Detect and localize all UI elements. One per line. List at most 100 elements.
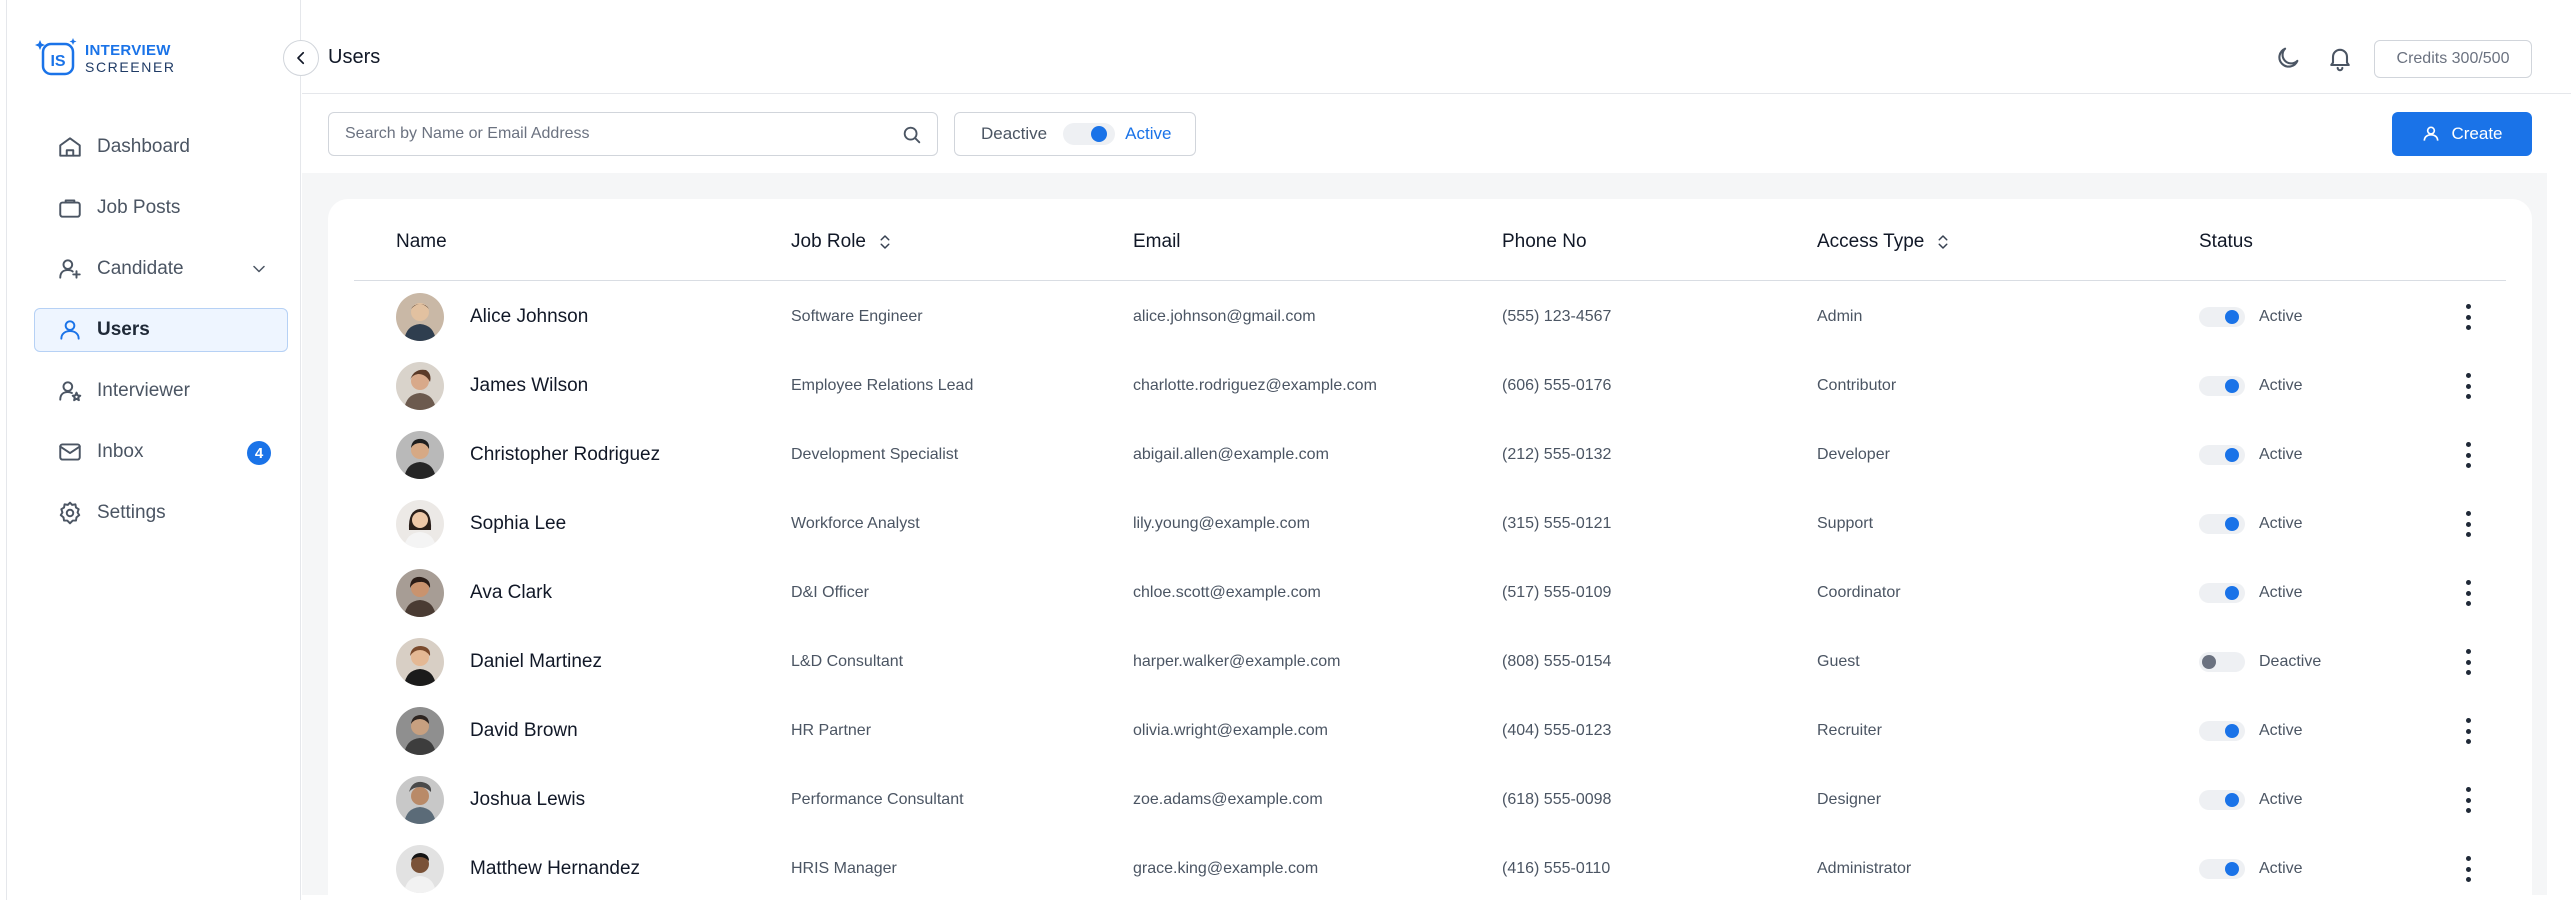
theme-toggle-button[interactable] [2274,44,2302,72]
status-toggle[interactable] [2199,306,2245,327]
avatar [396,361,444,410]
logo-mark-icon: IS [35,36,79,80]
row-actions-kebab-icon[interactable] [2456,787,2480,813]
phone-cell: (404) 555-0123 [1502,721,1612,739]
table-row[interactable]: Daniel Martinez L&D Consultant harper.wa… [354,627,2506,696]
sidebar-item-label: Job Posts [97,197,181,218]
sidebar-item-settings[interactable]: Settings [34,491,288,535]
row-actions-kebab-icon[interactable] [2456,511,2480,537]
table-row[interactable]: David Brown HR Partner olivia.wright@exa… [354,696,2506,765]
access-type-cell: Recruiter [1817,721,1882,739]
column-header-email[interactable]: Email [1133,231,1181,253]
notifications-button[interactable] [2326,44,2354,72]
row-actions-kebab-icon[interactable] [2456,373,2480,399]
brand-logo[interactable]: IS INTERVIEW SCREENER [35,36,176,80]
phone-cell: (618) 555-0098 [1502,790,1612,808]
svg-text:IS: IS [50,53,65,70]
column-header-job-role[interactable]: Job Role [791,231,894,253]
table-row[interactable]: Matthew Hernandez HRIS Manager grace.kin… [354,834,2506,903]
sidebar-item-label: Dashboard [97,136,190,157]
inbox-count-badge: 4 [247,441,271,465]
sort-icon[interactable] [1934,233,1952,251]
bell-icon [2330,48,2350,72]
table-header: Name Job Role Email Phone No Access Type… [354,199,2506,281]
sidebar-item-users[interactable]: Users [34,308,288,352]
table-row[interactable]: Alice Johnson Software Engineer alice.jo… [354,282,2506,351]
column-header-access-type[interactable]: Access Type [1817,231,1952,253]
create-user-button[interactable]: Create [2392,112,2532,156]
status-cell: Active [2199,489,2303,558]
search-icon[interactable] [901,124,923,146]
app-root: IS INTERVIEW SCREENER Dashboard Job Post… [0,0,2571,919]
user-name-cell: Matthew Hernandez [396,834,640,903]
email-cell: harper.walker@example.com [1133,652,1341,670]
status-filter-switch[interactable] [1063,123,1116,145]
status-toggle[interactable] [2199,444,2245,465]
avatar [396,292,444,341]
status-toggle[interactable] [2199,651,2245,672]
avatar [396,844,444,893]
status-toggle[interactable] [2199,582,2245,603]
access-type-cell: Administrator [1817,859,1912,877]
access-type-cell: Designer [1817,790,1882,808]
status-filter-toggle[interactable]: Deactive Active [954,112,1196,156]
avatar [396,430,444,479]
user-name-cell: Ava Clark [396,558,552,627]
status-cell: Active [2199,351,2303,420]
status-cell: Active [2199,420,2303,489]
collapse-sidebar-button[interactable] [283,40,319,76]
job-role-cell: Software Engineer [791,307,923,325]
phone-cell: (606) 555-0176 [1502,376,1612,394]
email-cell: olivia.wright@example.com [1133,721,1328,739]
sidebar-item-inbox[interactable]: Inbox 4 [34,430,288,474]
status-toggle[interactable] [2199,789,2245,810]
search-input[interactable] [345,125,885,143]
user-name-cell: Daniel Martinez [396,627,602,696]
access-type-cell: Guest [1817,652,1860,670]
status-toggle[interactable] [2199,513,2245,534]
job-role-cell: Workforce Analyst [791,514,920,532]
column-header-status: Status [2199,231,2253,252]
access-type-cell: Developer [1817,445,1890,463]
status-cell: Deactive [2199,627,2321,696]
status-toggle[interactable] [2199,720,2245,741]
phone-cell: (517) 555-0109 [1502,583,1612,601]
status-cell: Active [2199,696,2303,765]
sidebar-item-candidate[interactable]: Candidate [34,247,288,291]
row-actions-kebab-icon[interactable] [2456,718,2480,744]
job-role-cell: L&D Consultant [791,652,904,670]
email-cell: abigail.allen@example.com [1133,445,1329,463]
sidebar-nav: Dashboard Job Posts Candidate Users Inte… [34,125,288,552]
phone-cell: (416) 555-0110 [1502,859,1611,877]
avatar [396,499,444,548]
sidebar-item-interviewer[interactable]: Interviewer [34,369,288,413]
chevron-down-icon[interactable] [249,259,269,279]
user-star-icon [59,381,82,402]
user-name-cell: Christopher Rodriguez [396,420,660,489]
table-row[interactable]: Ava Clark D&I Officer chloe.scott@exampl… [354,558,2506,627]
status-toggle[interactable] [2199,375,2245,396]
user-name-cell: David Brown [396,696,578,765]
row-actions-kebab-icon[interactable] [2456,580,2480,606]
row-actions-kebab-icon[interactable] [2456,442,2480,468]
table-row[interactable]: Joshua Lewis Performance Consultant zoe.… [354,765,2506,834]
job-role-cell: D&I Officer [791,583,869,601]
row-actions-kebab-icon[interactable] [2456,304,2480,330]
credits-indicator[interactable]: Credits 300/500 [2374,40,2532,78]
job-role-cell: HRIS Manager [791,859,897,877]
sidebar-item-job-posts[interactable]: Job Posts [34,186,288,230]
sort-icon[interactable] [876,233,894,251]
user-icon [2423,126,2439,141]
column-header-name[interactable]: Name [396,231,447,253]
table-row[interactable]: James Wilson Employee Relations Lead cha… [354,351,2506,420]
row-actions-kebab-icon[interactable] [2456,856,2480,882]
job-role-cell: Development Specialist [791,445,959,463]
brand-line-1: INTERVIEW [85,41,171,59]
table-row[interactable]: Christopher Rodriguez Development Specia… [354,420,2506,489]
table-row[interactable]: Sophia Lee Workforce Analyst lily.young@… [354,489,2506,558]
status-cell: Active [2199,558,2303,627]
row-actions-kebab-icon[interactable] [2456,649,2480,675]
sidebar-item-dashboard[interactable]: Dashboard [34,125,288,169]
column-header-phone[interactable]: Phone No [1502,231,1587,253]
user-icon [60,320,80,340]
